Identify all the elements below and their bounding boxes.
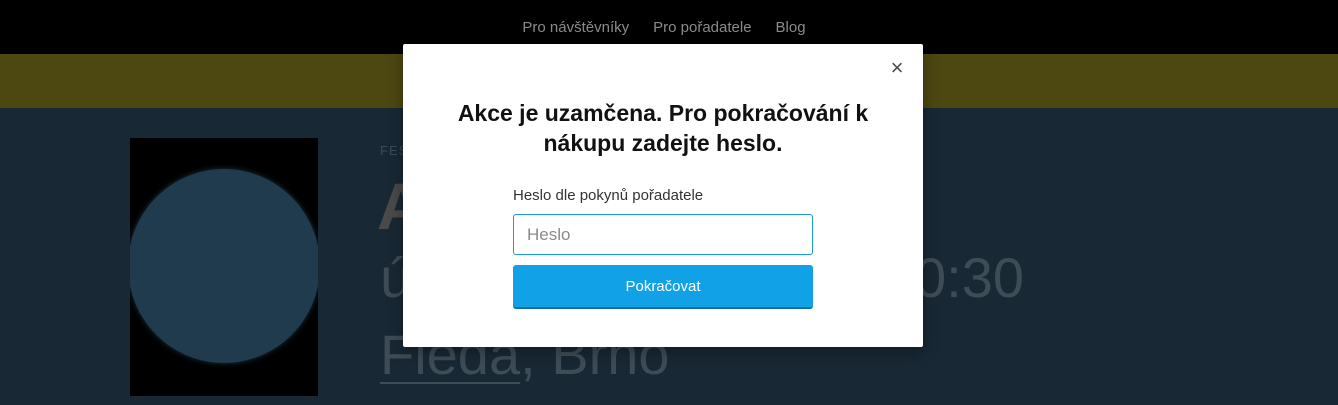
close-icon[interactable]: ×	[887, 57, 907, 79]
continue-button[interactable]: Pokračovat	[513, 265, 813, 309]
password-modal: × Akce je uzamčena. Pro pokračování k ná…	[403, 44, 923, 347]
modal-title: Akce je uzamčena. Pro pokračování k náku…	[457, 100, 869, 156]
password-field-label: Heslo dle pokynů pořadatele	[513, 187, 704, 204]
password-input[interactable]	[513, 214, 813, 255]
